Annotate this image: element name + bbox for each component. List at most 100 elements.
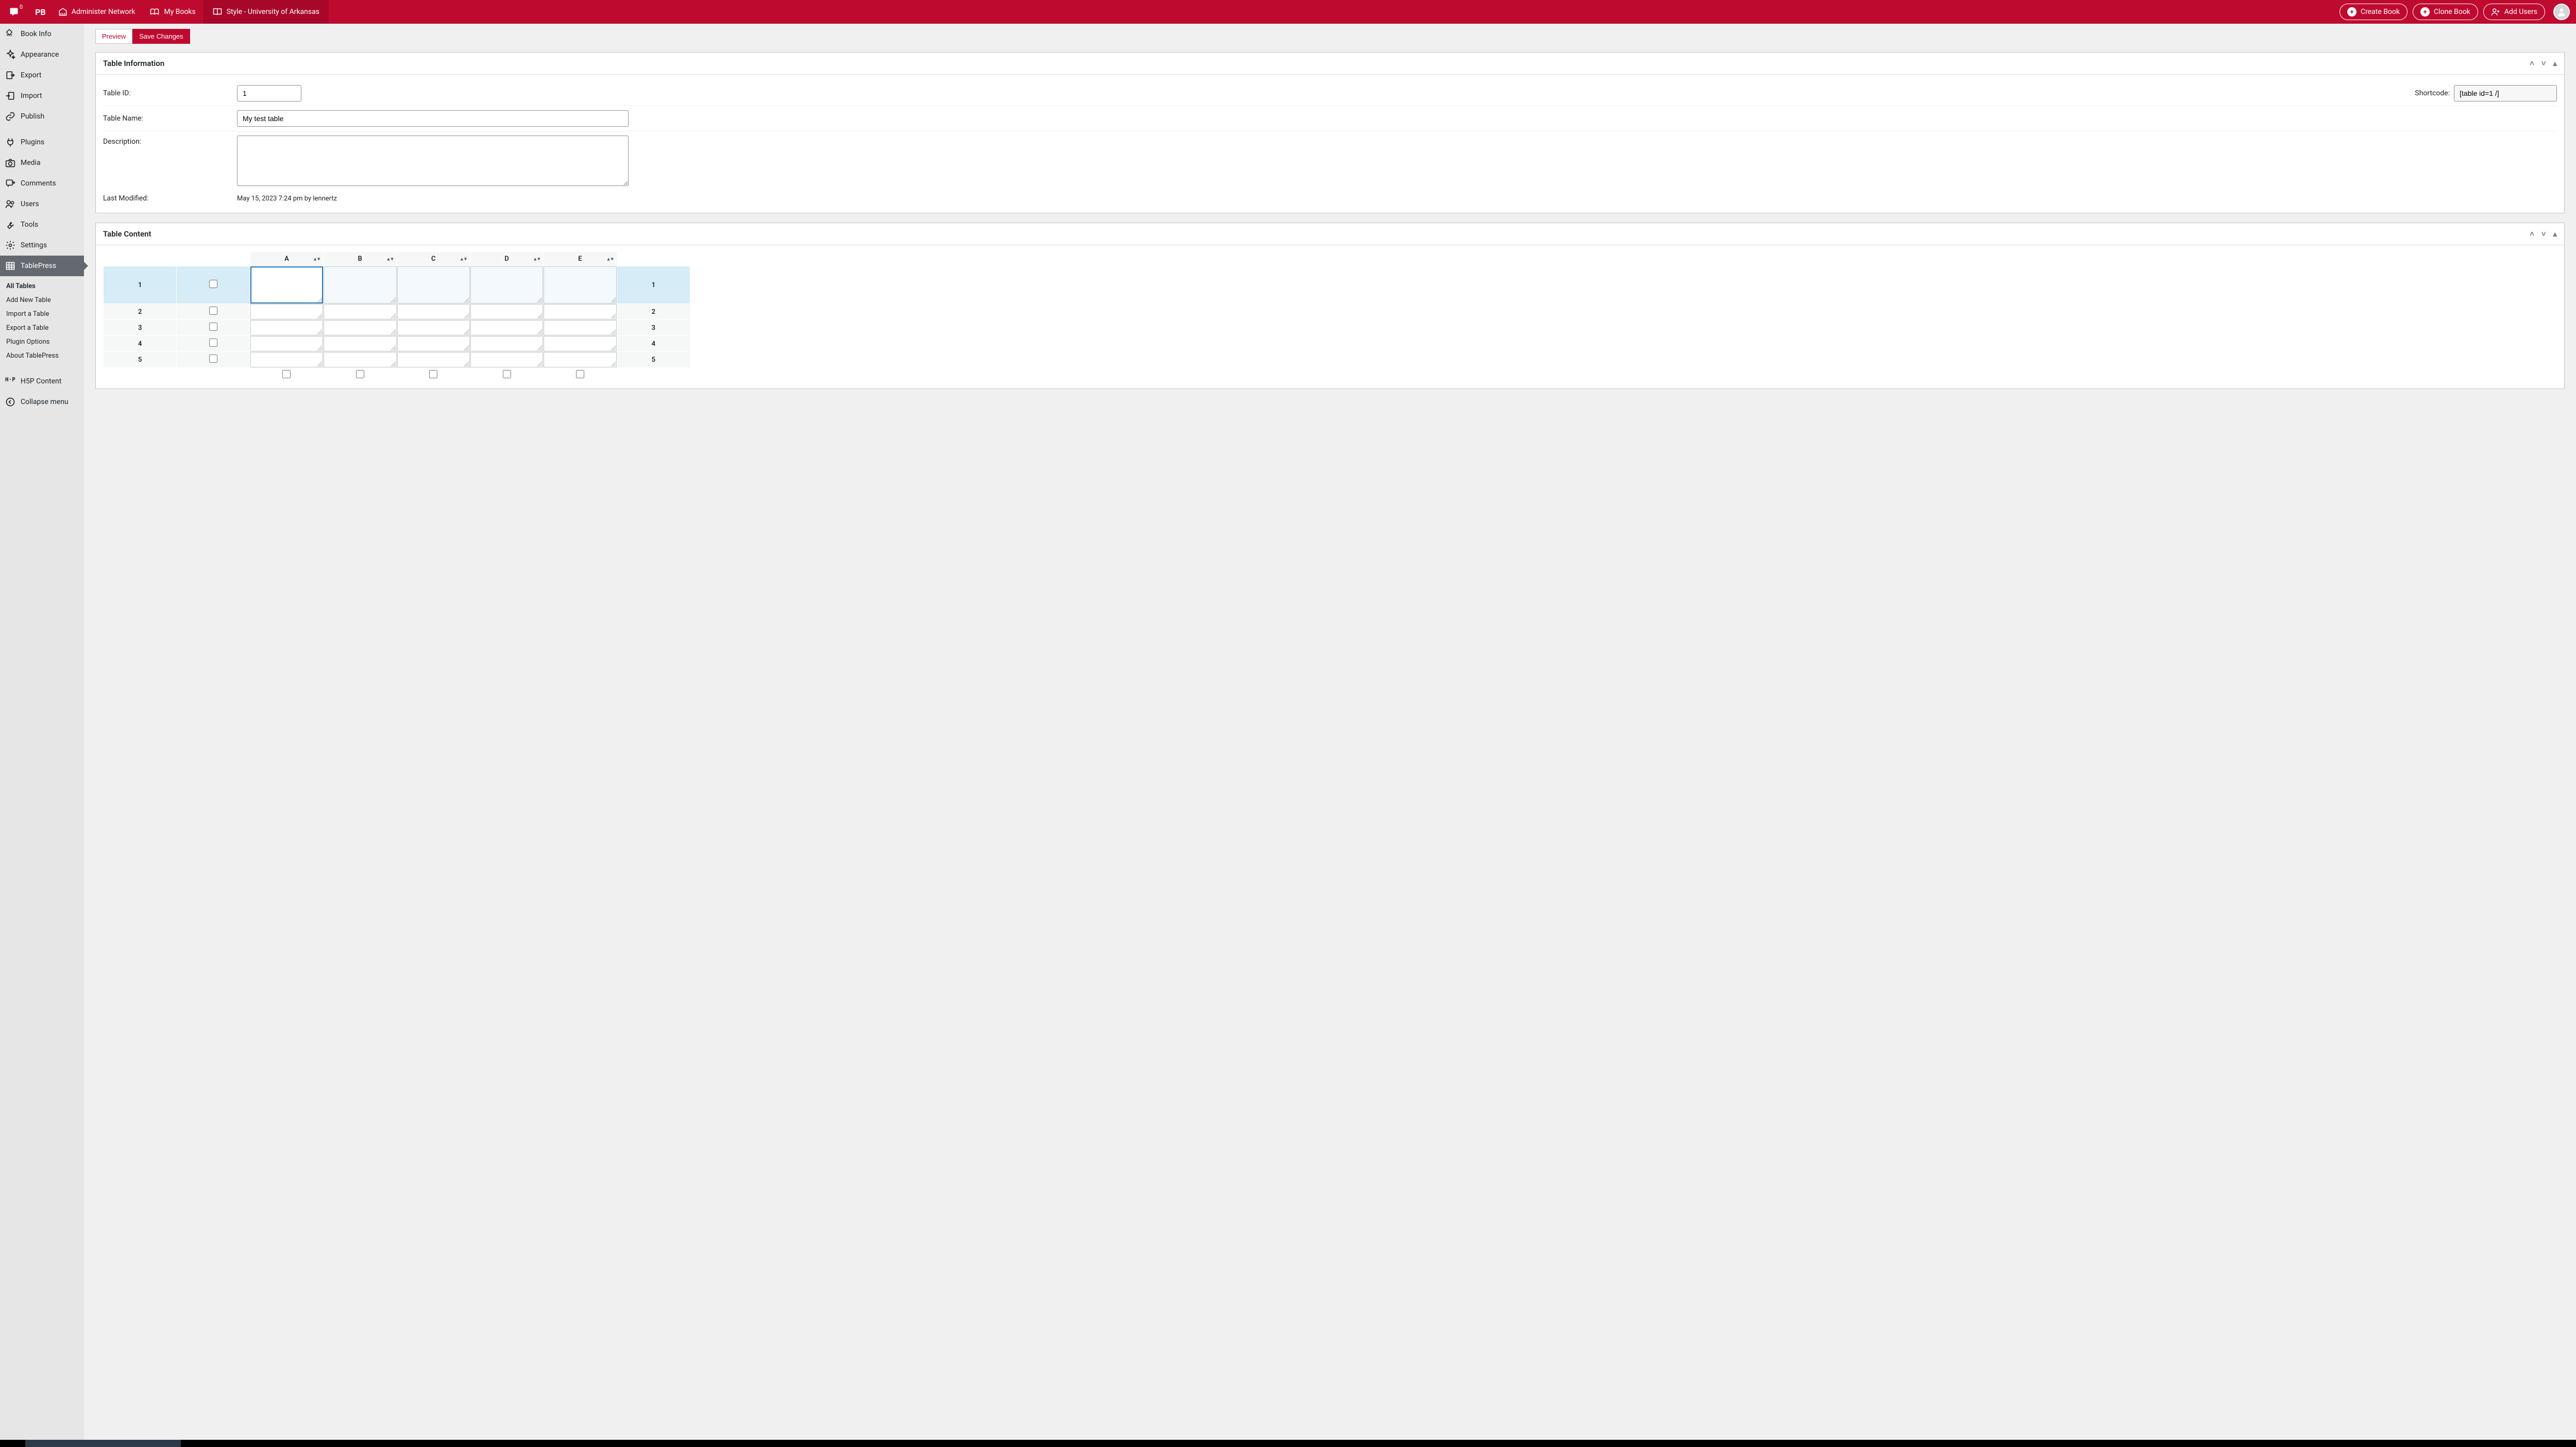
resize-handle-icon[interactable] [537,297,542,302]
cell-input[interactable] [324,304,396,319]
cell-input[interactable] [470,336,543,351]
cell-input[interactable] [250,304,323,319]
cell-input[interactable] [397,266,470,304]
column-header-a[interactable]: A▲ ▼ [250,252,323,266]
cell-input[interactable] [324,320,396,335]
resize-handle-icon[interactable] [391,329,396,334]
column-select-checkbox[interactable] [282,370,291,378]
cell-input[interactable] [250,266,323,304]
cell-input[interactable] [324,266,396,304]
resize-handle-icon[interactable] [611,313,616,318]
row-number-left[interactable]: 3 [104,320,177,336]
submenu-plugin-options[interactable]: Plugin Options [0,335,84,349]
sidebar-item-book-info[interactable]: Book Info [0,24,84,44]
cell-input[interactable] [324,336,396,351]
preview-button[interactable]: Preview [95,29,132,44]
row-number-right[interactable]: 1 [617,266,690,304]
sidebar-item-media[interactable]: Media [0,153,84,173]
cell-input[interactable] [250,352,323,367]
cell-input[interactable] [470,304,543,319]
sidebar-item-h5p[interactable]: H·P H5P Content [0,371,84,392]
sidebar-item-plugins[interactable]: Plugins [0,132,84,153]
toggle-panel-icon[interactable]: ▴ [2553,229,2557,239]
sort-arrows-icon[interactable]: ▲ ▼ [386,256,393,262]
resize-handle-icon[interactable] [391,297,396,302]
row-number-right[interactable]: 3 [617,320,690,336]
description-textarea[interactable] [237,136,629,186]
cell-input[interactable] [470,352,543,367]
cell-input[interactable] [544,304,616,319]
column-select-checkbox[interactable] [429,370,437,378]
submenu-import[interactable]: Import a Table [0,307,84,321]
sidebar-item-users[interactable]: Users [0,194,84,214]
row-select-checkbox[interactable] [209,280,217,288]
shortcode-input[interactable] [2454,85,2557,102]
cell-input[interactable] [250,336,323,351]
resize-handle-icon[interactable] [537,345,542,350]
table-id-input[interactable] [237,85,301,102]
cell-input[interactable] [470,266,543,304]
resize-handle-icon[interactable] [611,297,616,302]
resize-handle-icon[interactable] [611,329,616,334]
row-number-right[interactable]: 5 [617,352,690,368]
cell-input[interactable] [544,320,616,335]
column-header-b[interactable]: B▲ ▼ [324,252,397,266]
resize-handle-icon[interactable] [611,345,616,350]
my-books-link[interactable]: My Books [142,0,202,24]
row-select-checkbox[interactable] [209,355,217,363]
row-number-right[interactable]: 4 [617,336,690,352]
row-select-checkbox[interactable] [209,323,217,331]
submenu-all-tables[interactable]: All Tables [0,279,84,293]
clone-book-button[interactable]: + Clone Book [2413,4,2478,20]
table-name-input[interactable] [237,110,629,127]
resize-handle-icon[interactable] [391,361,396,366]
row-number-right[interactable]: 2 [617,304,690,320]
resize-handle-icon[interactable] [317,329,322,334]
sort-arrows-icon[interactable]: ▲ ▼ [606,256,614,262]
row-select-checkbox[interactable] [209,339,217,347]
row-number-left[interactable]: 5 [104,352,177,368]
user-avatar[interactable] [2553,4,2570,20]
row-number-left[interactable]: 2 [104,304,177,320]
cell-input[interactable] [397,320,470,335]
resize-handle-icon[interactable] [537,313,542,318]
current-site-link[interactable]: Style - University of Arkansas [203,0,329,24]
sidebar-item-import[interactable]: Import [0,86,84,106]
move-down-icon[interactable]: ˅ [2541,59,2546,68]
sidebar-item-publish[interactable]: Publish [0,106,84,127]
sidebar-item-comments[interactable]: Comments [0,173,84,194]
resize-handle-icon[interactable] [464,297,469,302]
column-header-d[interactable]: D▲ ▼ [470,252,543,266]
cell-input[interactable] [544,266,616,304]
comments-bubble[interactable]: 0 [2,0,30,24]
sidebar-item-export[interactable]: Export [0,65,84,86]
column-select-checkbox[interactable] [576,370,584,378]
resize-handle-icon[interactable] [317,313,322,318]
collapse-menu-button[interactable]: Collapse menu [0,392,84,412]
row-select-checkbox[interactable] [209,307,217,315]
save-changes-button[interactable]: Save Changes [132,29,190,44]
resize-handle-icon[interactable] [464,345,469,350]
resize-handle-icon[interactable] [317,361,322,366]
administer-network-link[interactable]: Administer Network [51,0,143,24]
cell-input[interactable] [544,336,616,351]
resize-handle-icon[interactable] [464,361,469,366]
sort-arrows-icon[interactable]: ▲ ▼ [460,256,467,262]
resize-handle-icon[interactable] [537,329,542,334]
pressbooks-logo[interactable]: PB [30,0,51,24]
cell-input[interactable] [397,304,470,319]
column-select-checkbox[interactable] [503,370,511,378]
sidebar-item-tools[interactable]: Tools [0,214,84,235]
resize-handle-icon[interactable] [537,361,542,366]
move-up-icon[interactable]: ˄ [2530,59,2534,68]
cell-input[interactable] [397,352,470,367]
sidebar-item-settings[interactable]: Settings [0,235,84,256]
cell-input[interactable] [397,336,470,351]
column-select-checkbox[interactable] [356,370,364,378]
column-header-e[interactable]: E▲ ▼ [544,252,617,266]
cell-input[interactable] [250,320,323,335]
resize-handle-icon[interactable] [464,313,469,318]
resize-handle-icon[interactable] [391,313,396,318]
toggle-panel-icon[interactable]: ▴ [2553,59,2557,68]
cell-input[interactable] [324,352,396,367]
